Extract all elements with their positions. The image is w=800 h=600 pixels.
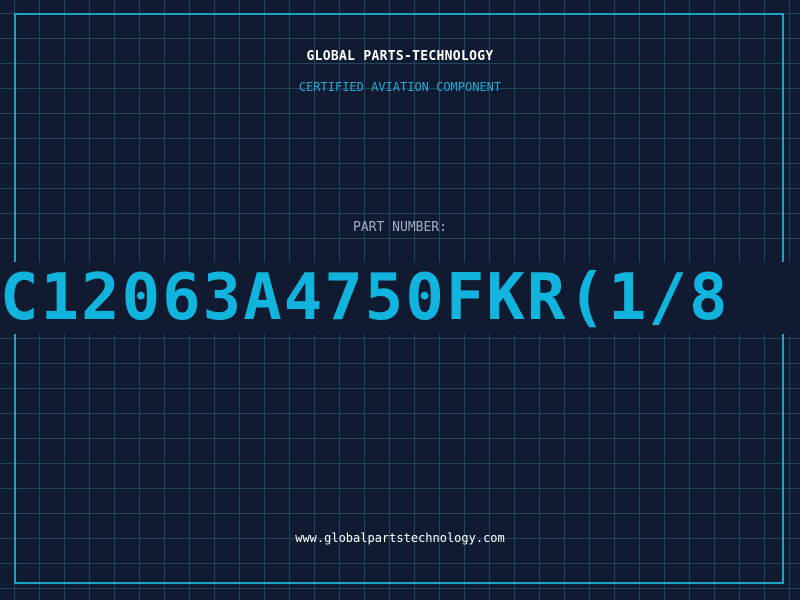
part-number-value: C12063A4750FKR(1/8 bbox=[0, 262, 730, 334]
website-url: www.globalpartstechnology.com bbox=[295, 531, 505, 545]
brand-title: GLOBAL PARTS-TECHNOLOGY bbox=[306, 49, 494, 64]
certification-subtitle: CERTIFIED AVIATION COMPONENT bbox=[298, 80, 502, 94]
label-page: GLOBAL PARTS-TECHNOLOGY CERTIFIED AVIATI… bbox=[0, 0, 800, 600]
part-number-band: C12063A4750FKR(1/8 bbox=[0, 262, 800, 334]
part-number-label: PART NUMBER: bbox=[353, 220, 447, 235]
